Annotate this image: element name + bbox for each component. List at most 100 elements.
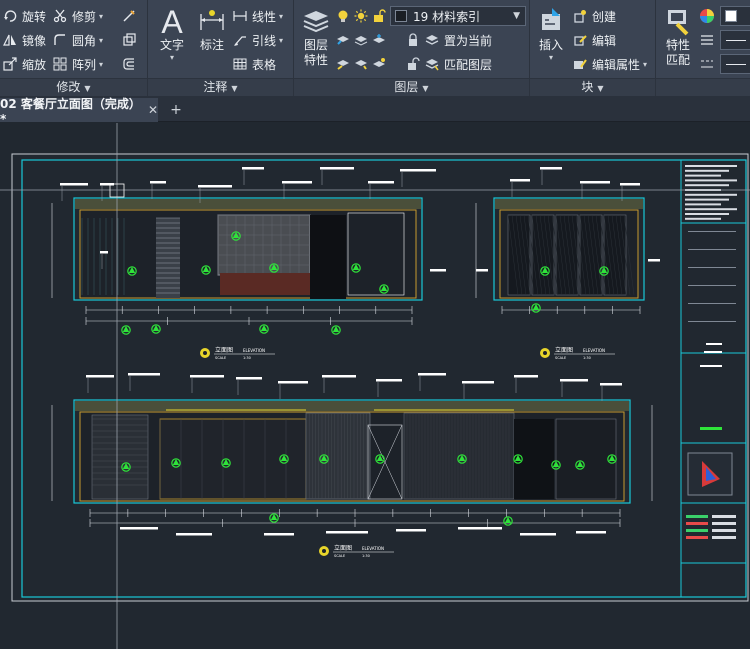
- new-tab-button[interactable]: +: [166, 100, 186, 120]
- color-swatch: [725, 10, 737, 22]
- dimension-button[interactable]: 标注: [192, 4, 232, 53]
- layer-properties-button[interactable]: 图层 特性: [298, 4, 334, 68]
- layer-color-swatch: [395, 10, 407, 22]
- color-wheel-icon[interactable]: [698, 7, 716, 25]
- chevron-down-icon: ▼: [597, 84, 604, 93]
- leader-label: [462, 381, 494, 384]
- scale-icon: [2, 56, 18, 72]
- title-block-accent: [700, 427, 722, 430]
- offset-icon[interactable]: [120, 55, 138, 73]
- rotate-icon: [2, 8, 18, 24]
- edit-attributes-button[interactable]: 编辑属性 ▾: [572, 54, 647, 74]
- array-button[interactable]: 阵列 ▾: [52, 54, 103, 74]
- elevation-c: [75, 401, 629, 411]
- insert-button[interactable]: 插入 ▾: [534, 4, 568, 62]
- leader-label: [458, 527, 502, 530]
- lineweight-icon[interactable]: [698, 31, 716, 49]
- sun-icon[interactable]: [352, 7, 370, 25]
- layer-lock-icon[interactable]: [404, 31, 422, 49]
- annotation-panel: A 文字 ▾ 标注 线性 ▾ 引线 ▾ 表格 注释 ▼: [148, 0, 294, 96]
- elevation-title: 立面图: [215, 346, 233, 354]
- color-dropdown[interactable]: [720, 6, 750, 26]
- chevron-down-icon[interactable]: ▾: [279, 36, 283, 45]
- rotate-button[interactable]: 旋转: [2, 6, 46, 26]
- explode-icon[interactable]: [120, 31, 138, 49]
- scale-label: SCALE: [555, 356, 566, 360]
- layer-isolate-icon[interactable]: [352, 31, 370, 49]
- document-tab[interactable]: 02 客餐厅立面图（完成）* ✕: [0, 97, 158, 126]
- elevation-b: [495, 199, 643, 209]
- trim-button[interactable]: 修剪 ▾: [52, 6, 103, 26]
- linetype-icon[interactable]: [698, 55, 716, 73]
- annotation-panel-title[interactable]: 注释 ▼: [148, 78, 293, 96]
- layer-dropdown[interactable]: 19 材料索引 ▼: [390, 6, 526, 26]
- title-block-text-line: [685, 179, 737, 182]
- linetype-dropdown[interactable]: [720, 54, 750, 74]
- title-block-text-line: [700, 365, 722, 367]
- chevron-down-icon[interactable]: ▾: [99, 60, 103, 69]
- properties-panel-title[interactable]: [656, 78, 750, 96]
- chevron-down-icon[interactable]: ▾: [99, 12, 103, 21]
- chevron-down-icon[interactable]: ▾: [170, 53, 174, 62]
- mirror-button[interactable]: 镜像: [2, 30, 46, 50]
- ceiling-band: [495, 199, 643, 209]
- leader-label: [176, 533, 212, 536]
- set-current-button[interactable]: 置为当前: [424, 30, 492, 50]
- properties-panel: 特性 匹配: [656, 0, 750, 96]
- elevation-title-b: 立面图 ELEVATION SCALE 1:30: [540, 346, 605, 360]
- chevron-down-icon: ▼: [84, 84, 91, 93]
- chevron-down-icon[interactable]: ▾: [643, 60, 647, 69]
- leader-icon: [232, 32, 248, 48]
- layer-freeze-icon[interactable]: [370, 31, 388, 49]
- chevron-down-icon[interactable]: ▾: [549, 53, 553, 62]
- layer-off-icon[interactable]: [334, 31, 352, 49]
- leader-label: [620, 183, 640, 186]
- erase-icon[interactable]: [120, 7, 138, 25]
- leader-label: [476, 269, 488, 272]
- modify-panel-title[interactable]: 修改 ▼: [0, 78, 147, 96]
- block-panel-title[interactable]: 块 ▼: [530, 78, 655, 96]
- layer-merge-icon[interactable]: [352, 55, 370, 73]
- fillet-button[interactable]: 圆角 ▾: [52, 30, 103, 50]
- table-button[interactable]: 表格: [232, 54, 276, 74]
- layers-panel-title[interactable]: 图层 ▼: [294, 78, 529, 96]
- chevron-down-icon[interactable]: ▾: [99, 36, 103, 45]
- title-block-text-line: [685, 208, 737, 211]
- set-current-layer-icon: [424, 32, 440, 48]
- match-properties-button[interactable]: 特性 匹配: [660, 4, 696, 68]
- leader-label: [576, 531, 606, 534]
- text-button[interactable]: A 文字 ▾: [154, 4, 190, 62]
- table-icon: [232, 56, 248, 72]
- leader-label: [236, 377, 262, 380]
- linear-button[interactable]: 线性 ▾: [232, 6, 283, 26]
- title-block-text-line: [685, 165, 737, 167]
- drawing-canvas[interactable]: 立面图 ELEVATION SCALE 1:30 立面图 ELEVATION SCALE 1:…: [0, 123, 750, 649]
- lightbulb-icon[interactable]: [334, 7, 352, 25]
- layer-unlock-icon[interactable]: [404, 55, 422, 73]
- title-block-row: [688, 267, 736, 268]
- title-block-text-line: [685, 184, 729, 187]
- edit-attributes-icon: [572, 56, 588, 72]
- layer-thaw-icon[interactable]: [370, 55, 388, 73]
- edit-block-button[interactable]: 编辑: [572, 30, 616, 50]
- svg-text:A: A: [161, 6, 183, 36]
- cad-drawing[interactable]: 立面图 ELEVATION SCALE 1:30 立面图 ELEVATION SCALE 1:…: [0, 123, 750, 649]
- match-layer-button[interactable]: 匹配图层: [424, 54, 492, 74]
- unlock-icon[interactable]: [370, 7, 388, 25]
- leader-label: [400, 169, 436, 172]
- layer-walk-icon[interactable]: [334, 55, 352, 73]
- elevation-subtitle: ELEVATION: [362, 546, 384, 551]
- leader-label: [278, 381, 308, 384]
- edit-block-icon: [572, 32, 588, 48]
- chevron-down-icon: ▼: [231, 84, 238, 93]
- close-icon[interactable]: ✕: [148, 103, 158, 117]
- lineweight-dropdown[interactable]: [720, 30, 750, 50]
- title-block-row: [686, 536, 708, 539]
- elevation-title-a: 立面图 ELEVATION SCALE 1:30: [200, 346, 265, 360]
- create-block-button[interactable]: 创建: [572, 6, 616, 26]
- chevron-down-icon[interactable]: ▾: [279, 12, 283, 21]
- leader-label: [86, 375, 114, 378]
- leader-button[interactable]: 引线 ▾: [232, 30, 283, 50]
- leader-label: [510, 179, 530, 182]
- scale-button[interactable]: 缩放: [2, 54, 46, 74]
